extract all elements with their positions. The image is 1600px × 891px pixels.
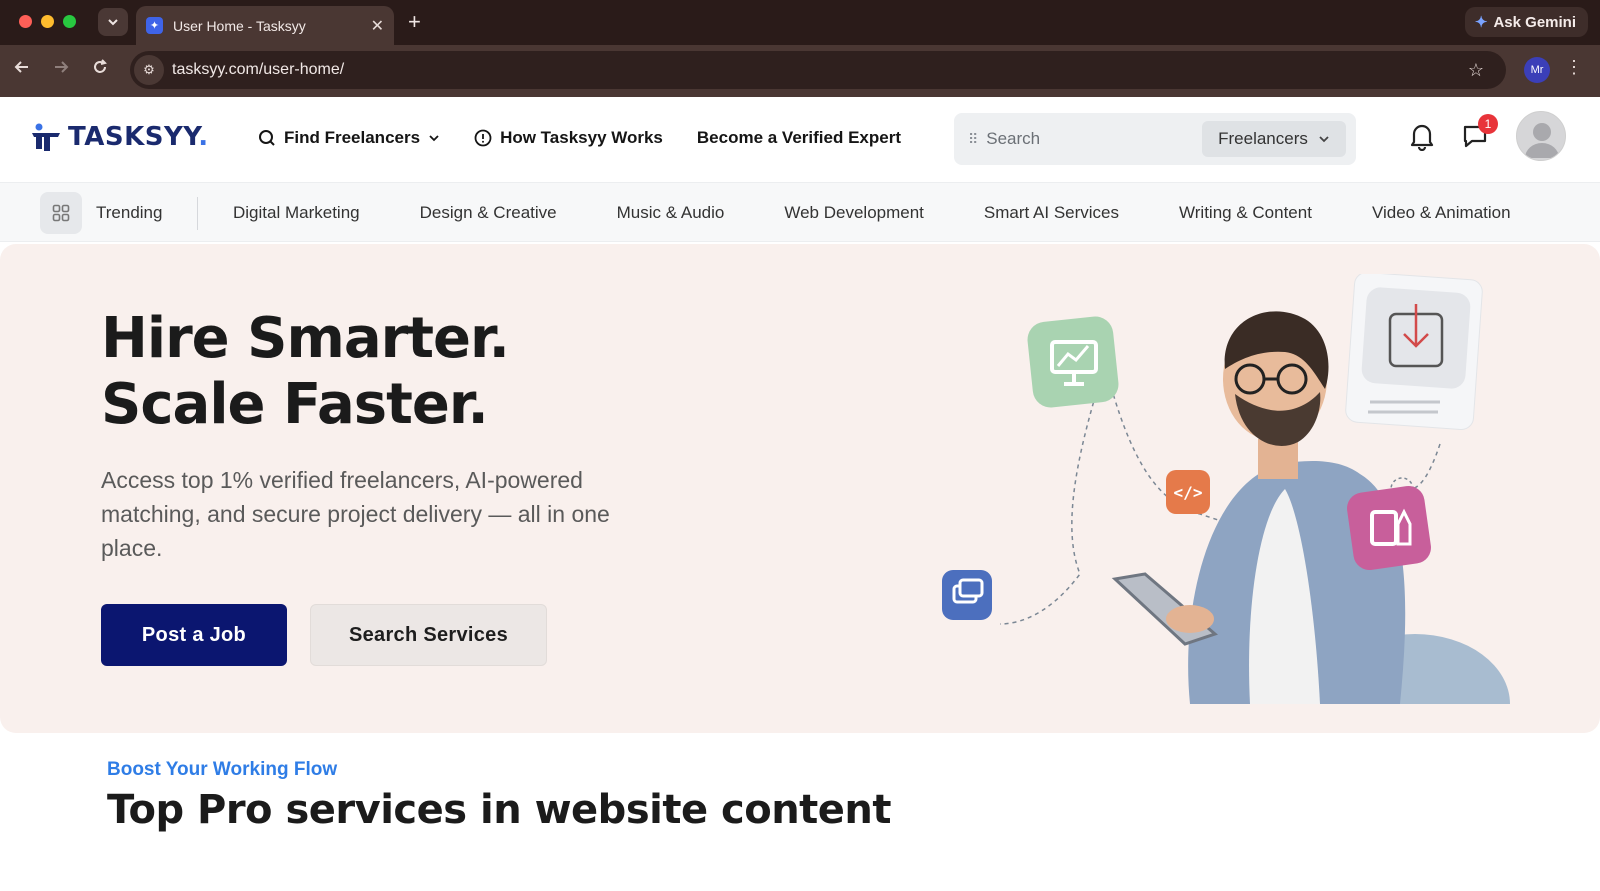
category-smart-ai-services[interactable]: Smart AI Services bbox=[984, 203, 1119, 223]
ask-gemini-button[interactable]: ✦ Ask Gemini bbox=[1464, 7, 1588, 37]
post-a-job-button[interactable]: Post a Job bbox=[101, 604, 287, 666]
find-freelancers-label: Find Freelancers bbox=[284, 128, 421, 147]
address-bar[interactable]: ⚙ tasksyy.com/user-home/ ☆ bbox=[130, 51, 1506, 89]
site-header: TASKSYY. Find Freelancers How Tasksyy Wo… bbox=[0, 97, 1600, 182]
become-expert-label: Become a Verified Expert bbox=[696, 128, 901, 147]
main-nav: Find Freelancers How Tasksyy Works Becom… bbox=[258, 128, 901, 148]
messages-badge: 1 bbox=[1478, 114, 1498, 134]
grid-icon bbox=[52, 204, 70, 222]
category-video-animation[interactable]: Video & Animation bbox=[1372, 203, 1511, 223]
user-avatar[interactable] bbox=[1516, 111, 1566, 161]
back-arrow-icon[interactable] bbox=[13, 58, 31, 81]
search-input[interactable] bbox=[986, 129, 1197, 149]
page-content: TASKSYY. Find Freelancers How Tasksyy Wo… bbox=[0, 97, 1600, 891]
forward-arrow-icon[interactable] bbox=[52, 58, 70, 81]
header-search-bar: ⠿ Freelancers bbox=[954, 113, 1356, 165]
tasksyy-logo-icon bbox=[32, 123, 60, 151]
svg-text:</>: </> bbox=[1174, 483, 1203, 502]
hero-title: Hire Smarter. Scale Faster. bbox=[101, 306, 510, 437]
search-scope-dropdown[interactable]: Freelancers bbox=[1202, 121, 1346, 157]
section-title: Top Pro services in website content bbox=[107, 787, 892, 833]
code-tile-icon: </> bbox=[1166, 470, 1210, 514]
logo-dot: . bbox=[198, 122, 209, 152]
category-web-development[interactable]: Web Development bbox=[784, 203, 924, 223]
search-services-button[interactable]: Search Services bbox=[310, 604, 547, 666]
trending-link[interactable]: Trending bbox=[96, 203, 162, 223]
mobile-design-tile-icon bbox=[1347, 486, 1431, 570]
reload-icon[interactable] bbox=[91, 58, 109, 81]
category-digital-marketing[interactable]: Digital Marketing bbox=[233, 203, 360, 223]
maximize-window-button[interactable] bbox=[63, 15, 76, 28]
analytics-tile-icon bbox=[1027, 316, 1119, 408]
all-categories-button[interactable] bbox=[40, 192, 82, 234]
close-window-button[interactable] bbox=[19, 15, 32, 28]
browser-tab[interactable]: ✦ User Home - Tasksyy ✕ bbox=[136, 6, 394, 45]
tab-search-button[interactable] bbox=[98, 8, 128, 36]
category-list: Digital Marketing Design & Creative Musi… bbox=[233, 203, 1511, 223]
url-text: tasksyy.com/user-home/ bbox=[172, 61, 345, 78]
become-expert-link[interactable]: Become a Verified Expert bbox=[697, 128, 901, 148]
chevron-down-icon bbox=[108, 19, 118, 26]
minimize-window-button[interactable] bbox=[41, 15, 54, 28]
category-music-audio[interactable]: Music & Audio bbox=[617, 203, 725, 223]
category-bar: Trending Digital Marketing Design & Crea… bbox=[0, 182, 1600, 242]
drag-handle-icon: ⠿ bbox=[968, 130, 978, 147]
browser-toolbar: ⚙ tasksyy.com/user-home/ ☆ Mr ⋮ bbox=[0, 45, 1600, 97]
search-scope-label: Freelancers bbox=[1218, 129, 1308, 148]
tasksyy-favicon-icon: ✦ bbox=[146, 17, 163, 34]
hero-illustration: </> bbox=[942, 274, 1510, 704]
browser-menu-icon[interactable]: ⋮ bbox=[1565, 57, 1583, 78]
search-icon bbox=[259, 130, 275, 146]
info-circle-icon bbox=[474, 129, 492, 147]
close-tab-icon[interactable]: ✕ bbox=[371, 16, 384, 36]
hero-subtitle: Access top 1% verified freelancers, AI-p… bbox=[101, 467, 610, 561]
layers-tile-icon bbox=[942, 570, 992, 620]
browser-profile-avatar[interactable]: Mr bbox=[1524, 57, 1550, 83]
ask-gemini-label: Ask Gemini bbox=[1493, 13, 1576, 31]
category-design-creative[interactable]: Design & Creative bbox=[420, 203, 557, 223]
gemini-sparkle-icon: ✦ bbox=[1474, 14, 1488, 31]
bookmark-star-icon[interactable]: ☆ bbox=[1468, 60, 1484, 81]
how-it-works-link[interactable]: How Tasksyy Works bbox=[474, 128, 663, 148]
logo-text: TASKSYY bbox=[68, 122, 199, 152]
category-writing-content[interactable]: Writing & Content bbox=[1179, 203, 1312, 223]
how-it-works-label: How Tasksyy Works bbox=[500, 128, 663, 147]
section-eyebrow: Boost Your Working Flow bbox=[107, 759, 338, 780]
category-divider bbox=[197, 197, 198, 230]
notifications-bell-icon[interactable] bbox=[1408, 121, 1436, 156]
chevron-down-icon bbox=[429, 135, 439, 142]
tasksyy-logo[interactable]: TASKSYY. bbox=[30, 121, 209, 153]
site-info-icon[interactable]: ⚙ bbox=[134, 55, 164, 85]
browser-tab-bar: ✦ User Home - Tasksyy ✕ + ✦ Ask Gemini bbox=[0, 0, 1600, 45]
chevron-down-icon bbox=[1319, 136, 1329, 143]
download-card-icon bbox=[1345, 274, 1483, 430]
new-tab-icon[interactable]: + bbox=[408, 9, 421, 35]
find-freelancers-menu[interactable]: Find Freelancers bbox=[258, 128, 440, 148]
hero-section: Hire Smarter. Scale Faster. Access top 1… bbox=[0, 244, 1600, 733]
tab-title: User Home - Tasksyy bbox=[173, 17, 306, 34]
